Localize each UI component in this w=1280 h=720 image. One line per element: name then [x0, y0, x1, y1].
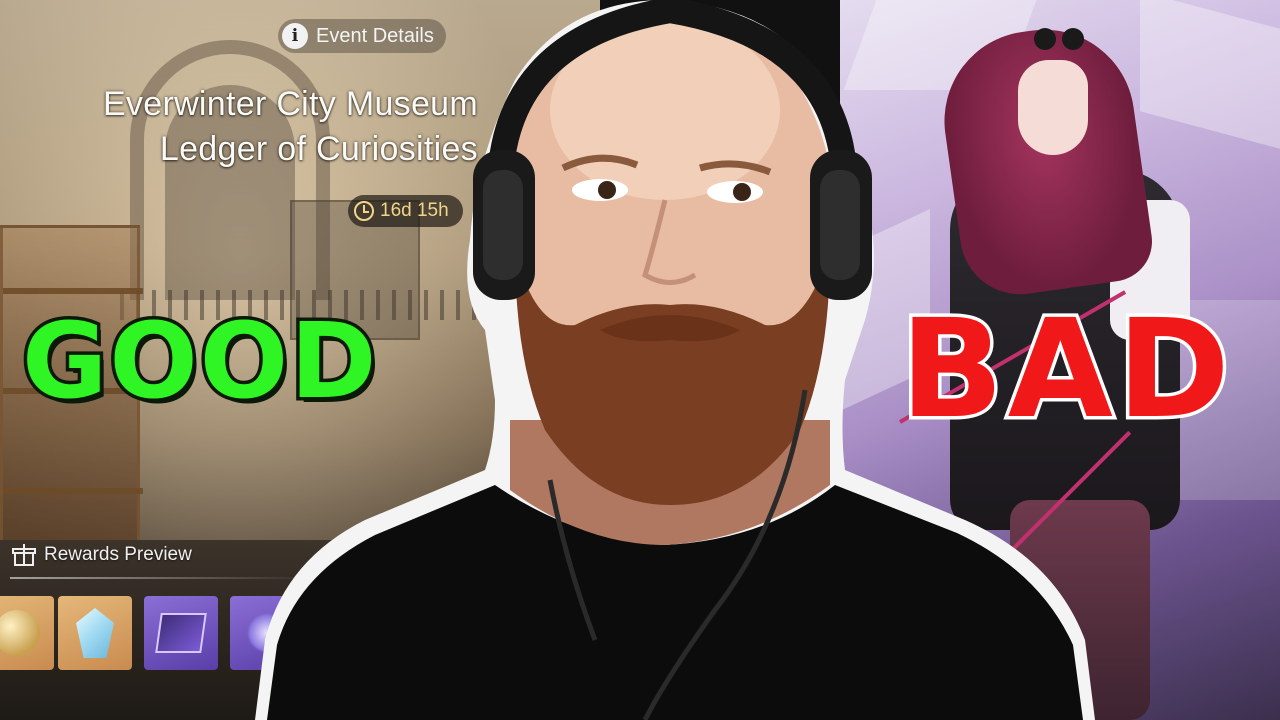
- reward-item-coin[interactable]: [0, 596, 54, 670]
- reward-item-crystal[interactable]: [58, 596, 132, 670]
- shard: [1140, 0, 1280, 149]
- rewards-preview-label: Rewards Preview: [44, 544, 192, 565]
- gift-icon: [12, 544, 36, 566]
- rewards-preview-header: Rewards Preview: [12, 544, 192, 566]
- reward-item-book[interactable]: [144, 596, 218, 670]
- thumbnail: i Event Details Everwinter City Museum L…: [0, 0, 1280, 720]
- bad-label: BAD: [897, 291, 1234, 449]
